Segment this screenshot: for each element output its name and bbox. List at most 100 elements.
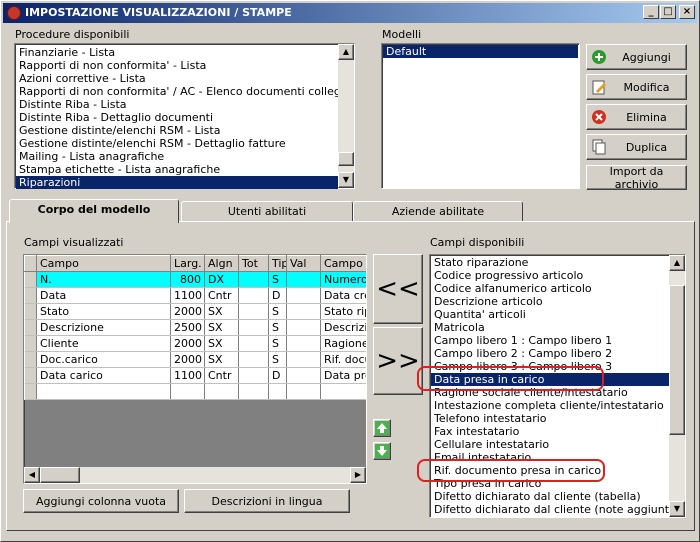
available-field-item[interactable]: Stato riparazione <box>431 256 669 269</box>
move-up-button[interactable] <box>373 419 391 437</box>
table-cell[interactable]: SX <box>204 303 239 320</box>
duplicate-button[interactable]: Duplica <box>586 134 687 160</box>
procedure-item[interactable]: Gestione distinte/elenchi RSM - Lista <box>16 124 338 137</box>
table-cell[interactable] <box>286 303 321 320</box>
row-selector[interactable] <box>24 335 37 352</box>
table-row[interactable]: Cliente2000SX S Ragione s <box>24 335 366 352</box>
table-row[interactable]: Doc.carico2000SX S Rif. docum <box>24 351 366 368</box>
minimize-button[interactable]: _ <box>643 5 659 19</box>
table-cell[interactable]: N. <box>36 271 171 288</box>
row-selector[interactable] <box>24 319 37 336</box>
procedures-scrollbar[interactable]: ▲ ▼ <box>338 44 354 188</box>
scroll-down-icon[interactable]: ▼ <box>669 501 685 517</box>
table-cell[interactable]: S <box>268 351 287 368</box>
table-cell[interactable]: Cntr <box>204 367 239 384</box>
table-cell[interactable] <box>286 319 321 336</box>
table-cell[interactable]: Numero rip <box>320 271 366 288</box>
table-cell[interactable] <box>238 287 269 304</box>
table-cell[interactable]: 800 <box>170 271 205 288</box>
column-header[interactable]: Algn <box>204 255 239 272</box>
tab-aziende-abilitate[interactable]: Aziende abilitate <box>353 201 523 222</box>
table-cell[interactable]: Descrizion <box>320 319 366 336</box>
table-row-new[interactable] <box>24 383 366 400</box>
table-cell[interactable] <box>286 367 321 384</box>
maximize-button[interactable]: □ <box>660 5 676 19</box>
column-header[interactable]: Tip <box>268 255 287 272</box>
table-row[interactable]: N.800DX S Numero rip <box>24 271 366 288</box>
scroll-left-icon[interactable]: ◀ <box>24 467 40 483</box>
procedures-list[interactable]: Finanziarie - Lista Rapporti di non confo… <box>14 43 355 189</box>
table-cell[interactable]: 2500 <box>170 319 205 336</box>
table-cell[interactable]: Ragione s <box>320 335 366 352</box>
table-row[interactable]: Data1100Cntr D Data creaz <box>24 287 366 304</box>
column-header[interactable]: Campo <box>320 255 366 272</box>
add-empty-column-button[interactable]: Aggiungi colonna vuota <box>23 489 179 513</box>
available-field-item[interactable]: Codice progressivo articolo <box>431 269 669 282</box>
table-cell[interactable] <box>286 287 321 304</box>
scroll-thumb[interactable] <box>338 152 354 166</box>
scroll-down-icon[interactable]: ▼ <box>338 172 354 188</box>
table-cell[interactable]: Stato ripar <box>320 303 366 320</box>
table-cell[interactable]: Doc.carico <box>36 351 171 368</box>
table-cell[interactable]: Cntr <box>204 287 239 304</box>
table-cell[interactable]: Stato <box>36 303 171 320</box>
table-cell[interactable]: D <box>268 287 287 304</box>
available-field-item[interactable]: Difetto dichiarato dal cliente (note agg… <box>431 503 669 516</box>
table-cell[interactable]: 1100 <box>170 367 205 384</box>
table-cell[interactable]: 2000 <box>170 303 205 320</box>
procedure-item[interactable]: Distinte Riba - Lista <box>16 98 338 111</box>
table-cell[interactable]: 1100 <box>170 287 205 304</box>
table-cell[interactable]: D <box>268 367 287 384</box>
available-field-item[interactable]: Cellulare intestatario <box>431 438 669 451</box>
edit-button[interactable]: Modifica <box>586 74 687 100</box>
procedure-item[interactable]: Mailing - Lista anagrafiche <box>16 150 338 163</box>
row-selector[interactable] <box>24 271 37 288</box>
table-cell[interactable]: Cliente <box>36 335 171 352</box>
available-field-item[interactable]: Campo libero 1 : Campo libero 1 <box>431 334 669 347</box>
available-fields-scrollbar[interactable]: ▲ ▼ <box>669 255 685 517</box>
table-cell[interactable]: Descrizione <box>36 319 171 336</box>
table-cell[interactable]: Data carico <box>36 367 171 384</box>
procedure-item[interactable]: Azioni correttive - Lista <box>16 72 338 85</box>
table-cell[interactable] <box>238 351 269 368</box>
available-field-item[interactable]: Matricola <box>431 321 669 334</box>
procedure-item[interactable]: Gestione distinte/elenchi RSM - Dettagli… <box>16 137 338 150</box>
table-cell[interactable]: SX <box>204 319 239 336</box>
column-header[interactable]: Campo <box>36 255 171 272</box>
table-cell[interactable]: S <box>268 271 287 288</box>
h-scroll-thumb[interactable] <box>40 467 80 483</box>
table-cell[interactable]: Rif. docum <box>320 351 366 368</box>
delete-button[interactable]: Elimina <box>586 104 687 130</box>
scroll-right-icon[interactable]: ▶ <box>350 467 366 483</box>
table-cell[interactable] <box>286 271 321 288</box>
table-cell[interactable] <box>286 335 321 352</box>
table-cell[interactable]: S <box>268 303 287 320</box>
procedure-item[interactable]: Rapporti di non conformita' / AC - Elenc… <box>16 85 338 98</box>
procedure-item[interactable]: Distinte Riba - Dettaglio documenti <box>16 111 338 124</box>
table-cell[interactable]: S <box>268 319 287 336</box>
move-down-button[interactable] <box>373 442 391 460</box>
table-cell[interactable]: 2000 <box>170 335 205 352</box>
table-cell[interactable]: Data <box>36 287 171 304</box>
table-cell[interactable]: S <box>268 335 287 352</box>
available-field-item[interactable]: Intestazione completa cliente/intestatar… <box>431 399 669 412</box>
scroll-up-icon[interactable]: ▲ <box>338 44 354 60</box>
table-cell[interactable]: Data presa <box>320 367 366 384</box>
table-cell[interactable] <box>238 319 269 336</box>
procedure-item[interactable]: Riparazioni <box>16 176 338 189</box>
available-field-item[interactable]: Codice alfanumerico articolo <box>431 282 669 295</box>
descriptions-language-button[interactable]: Descrizioni in lingua <box>184 489 350 513</box>
available-field-item[interactable]: Quantita' articoli <box>431 308 669 321</box>
model-item[interactable]: Default <box>383 45 578 58</box>
available-field-item[interactable]: Difetto dichiarato dal cliente (tabella) <box>431 490 669 503</box>
tab-corpo-modello[interactable]: Corpo del modello <box>9 199 179 223</box>
table-cell[interactable]: Data creaz <box>320 287 366 304</box>
available-field-item[interactable]: Telefono intestatario <box>431 412 669 425</box>
move-left-button[interactable]: << <box>373 254 423 324</box>
procedure-item[interactable]: Stampa etichette - Lista anagrafiche <box>16 163 338 176</box>
row-selector[interactable] <box>24 351 37 368</box>
column-header[interactable]: Tot <box>238 255 269 272</box>
move-right-button[interactable]: >> <box>373 327 423 395</box>
horizontal-scrollbar[interactable]: ◀ ▶ <box>24 467 366 483</box>
table-cell[interactable]: 2000 <box>170 351 205 368</box>
